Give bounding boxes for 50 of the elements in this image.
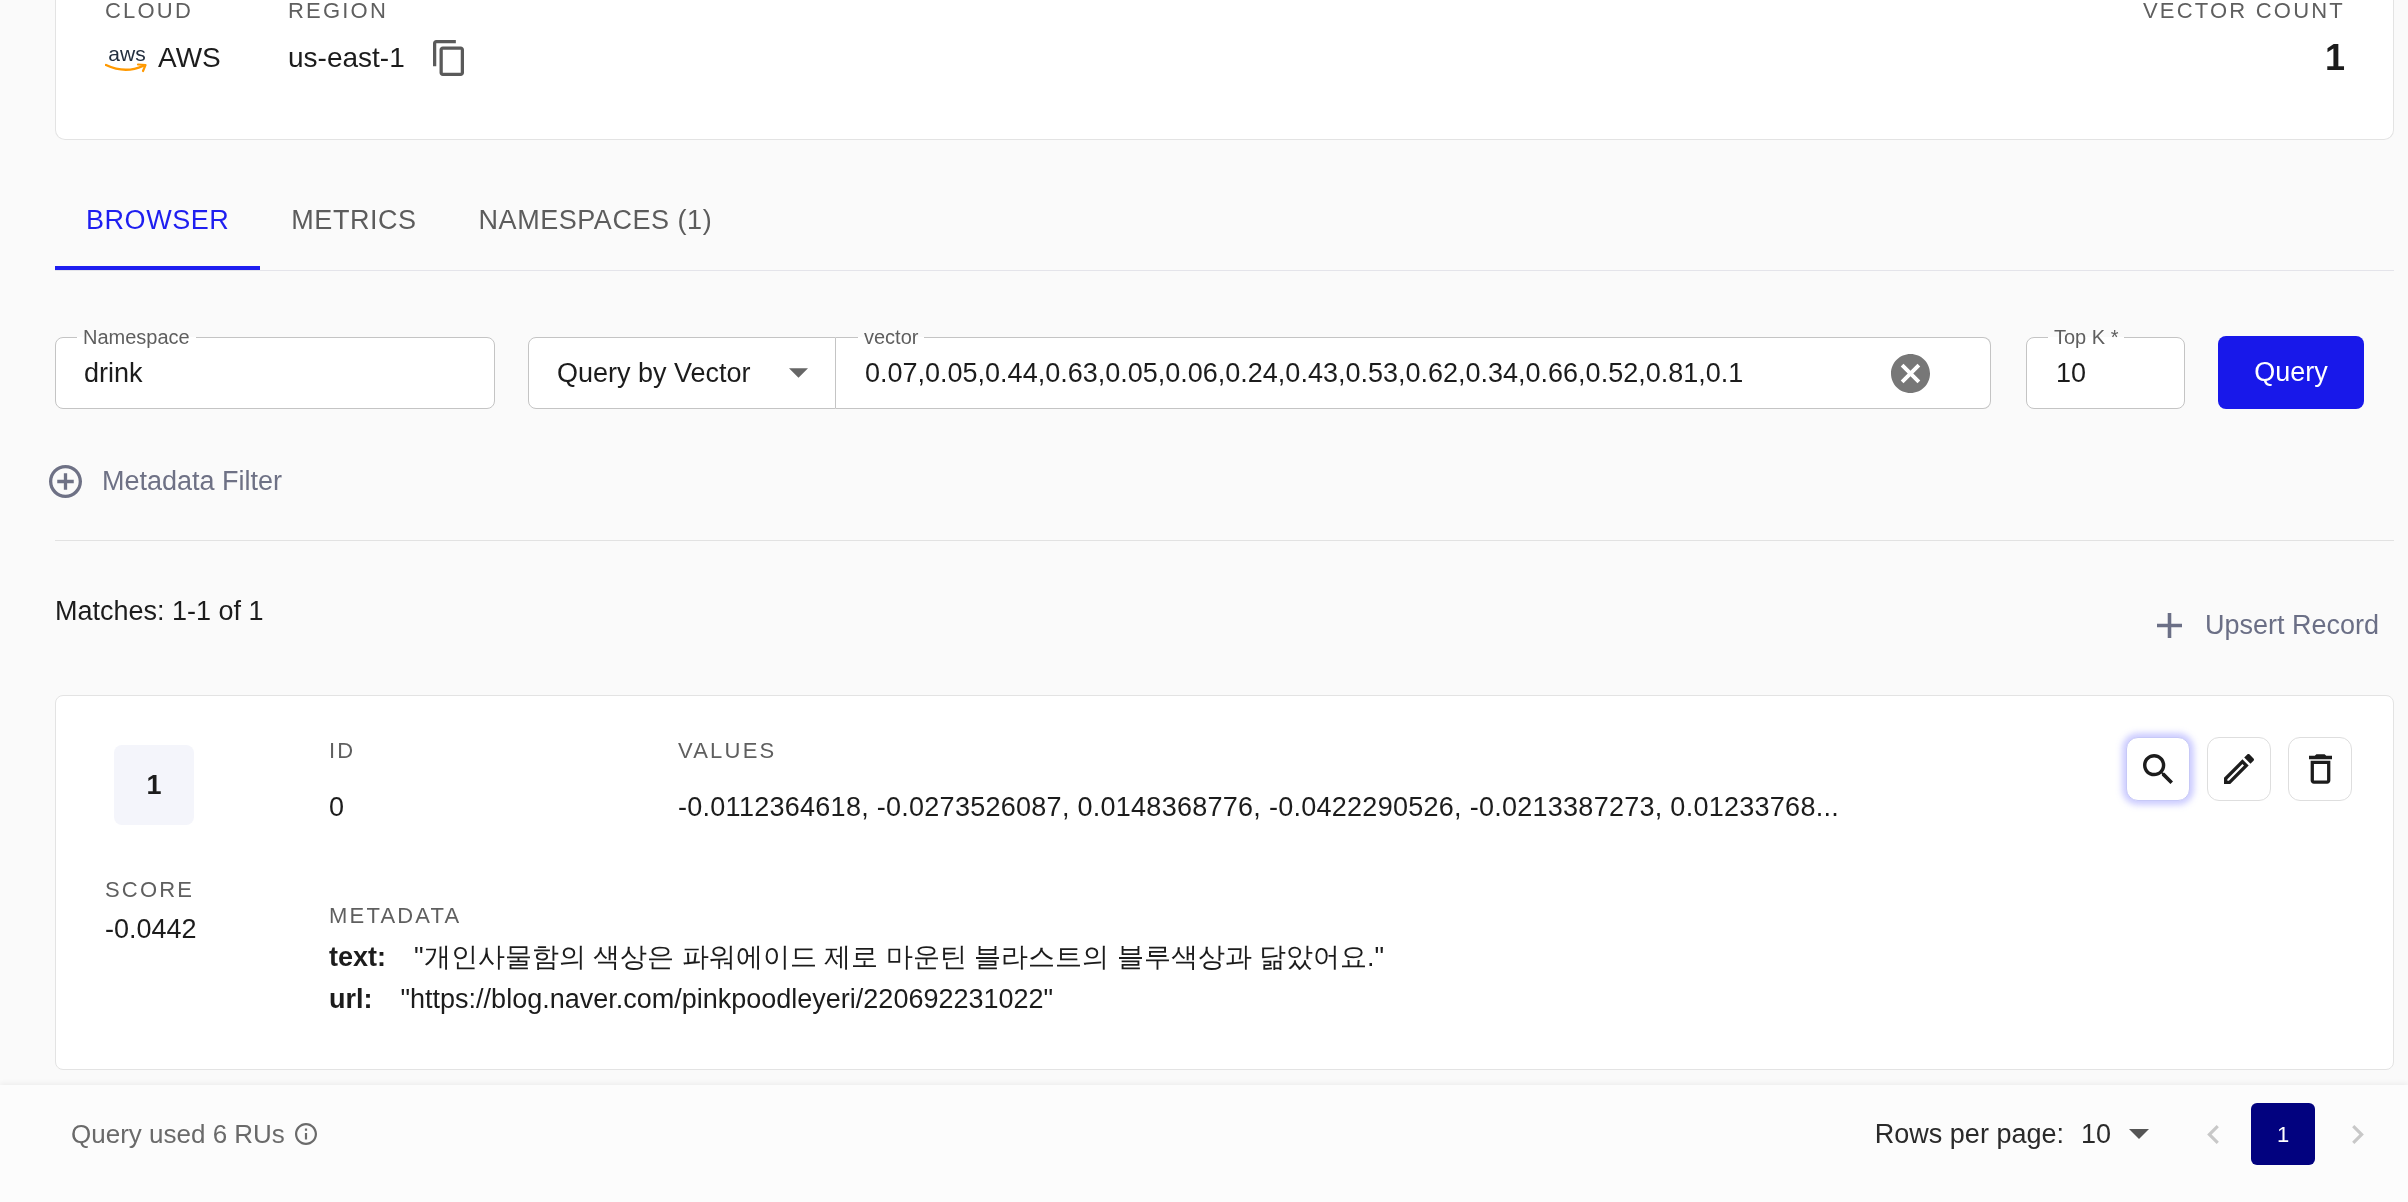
query-button[interactable]: Query bbox=[2218, 336, 2364, 409]
region-value: us-east-1 bbox=[288, 41, 405, 75]
values-text: -0.0112364618, -0.0273526087, 0.0148368776, -0.0422290526, -0.0213387273, 0.01233768... bbox=[678, 791, 1839, 824]
dropdown-caret-icon bbox=[2129, 1129, 2149, 1139]
tab[interactable]: NAMESPACES (1) bbox=[447, 174, 744, 270]
cloud-logo: aws bbox=[105, 43, 149, 73]
trash-icon bbox=[2308, 754, 2332, 784]
clear-button[interactable] bbox=[1891, 353, 1930, 393]
copy-button[interactable] bbox=[432, 40, 464, 76]
delete-button[interactable] bbox=[2288, 737, 2352, 801]
rank-tile: 1 bbox=[114, 745, 194, 825]
id-value: 0 bbox=[329, 791, 345, 824]
edit-button[interactable] bbox=[2207, 737, 2271, 801]
column-label: METADATA bbox=[329, 902, 462, 930]
upsert-record-button[interactable]: Upsert Record bbox=[2156, 605, 2379, 645]
info-icon bbox=[294, 1123, 317, 1145]
chevron-right-icon bbox=[2352, 1124, 2364, 1144]
matches-summary: Matches: 1-1 of 1 bbox=[55, 595, 264, 628]
tab[interactable]: METRICS bbox=[260, 174, 448, 270]
cloud-value: AWS bbox=[158, 41, 221, 75]
metadata-key: url: bbox=[329, 978, 373, 1020]
column-label: CLOUD bbox=[105, 0, 193, 22]
pencil-icon bbox=[2224, 754, 2254, 784]
rows-per-page-select[interactable]: 10 bbox=[2080, 1113, 2149, 1155]
page-button[interactable]: 1 bbox=[2251, 1103, 2315, 1165]
field-value: 0.07,0.05,0.44,0.63,0.05,0.06,0.24,0.43,0.53,0.62,0.34,0.66,0.52,0.81,0.1 bbox=[865, 356, 1744, 390]
search-icon bbox=[2143, 754, 2173, 784]
metadata-value: "개인사물함의 색상은 파워에이드 제로 마운틴 블라스트의 블루색상과 닮았어요." bbox=[414, 941, 1385, 974]
tab[interactable]: BROWSER bbox=[55, 174, 261, 270]
clear-icon bbox=[1891, 353, 1930, 393]
plus-icon bbox=[2156, 612, 2182, 638]
dropdown-caret-icon bbox=[789, 368, 808, 378]
copy-icon bbox=[432, 40, 464, 76]
column-label: REGION bbox=[288, 0, 388, 22]
column-label: VECTOR COUNT bbox=[2143, 0, 2345, 22]
score-value: -0.0442 bbox=[105, 913, 197, 946]
column-label: ID bbox=[329, 737, 356, 765]
column-label: SCORE bbox=[105, 876, 195, 904]
column-label: VALUES bbox=[678, 737, 777, 765]
chevron-left-icon bbox=[2207, 1124, 2219, 1144]
search-button[interactable] bbox=[2126, 737, 2190, 801]
metadata-filter-button[interactable]: Metadata Filter bbox=[49, 461, 283, 501]
field-value: drink bbox=[84, 356, 143, 390]
metadata-key: text: bbox=[329, 936, 386, 978]
vector-count-value: 1 bbox=[2324, 38, 2345, 78]
rows-per-page-label: Rows per page: bbox=[1874, 1117, 2064, 1151]
usage-text: Query used 6 RUs bbox=[71, 1117, 285, 1151]
query-mode-select[interactable]: Query by Vector bbox=[528, 337, 836, 409]
metadata-value: "https://blog.naver.com/pinkpoodleyeri/220692231022" bbox=[400, 983, 1054, 1016]
field-value: 10 bbox=[2056, 356, 2087, 390]
